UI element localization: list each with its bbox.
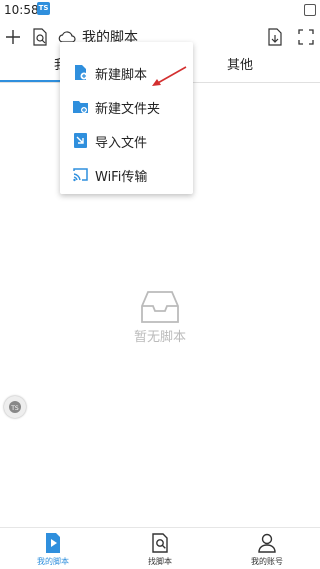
nav-find-scripts[interactable]: 找脚本	[107, 528, 213, 569]
fullscreen-icon[interactable]	[295, 26, 317, 48]
user-icon	[258, 533, 276, 553]
menu-label: 导入文件	[95, 136, 148, 151]
search-file-icon	[152, 533, 168, 553]
cast-icon	[73, 168, 88, 182]
plus-icon[interactable]	[2, 26, 24, 48]
menu-label: 新建脚本	[95, 68, 148, 83]
menu-item-new-folder[interactable]: 新建文件夹	[60, 90, 193, 124]
menu-label: WiFi传输	[95, 170, 148, 185]
empty-label: 暂无脚本	[133, 330, 186, 345]
import-file-icon[interactable]	[264, 26, 286, 48]
nav-my-scripts[interactable]: 我的脚本	[0, 528, 106, 569]
new-script-icon	[75, 65, 88, 80]
menu-item-import-file[interactable]: 导入文件	[60, 124, 193, 158]
empty-state: 暂无脚本	[100, 290, 220, 350]
nav-label: 我的脚本	[37, 557, 69, 566]
nav-my-account[interactable]: 我的账号	[214, 528, 320, 569]
new-folder-icon	[73, 101, 88, 113]
status-bar: 10:58 TS	[0, 0, 320, 20]
inbox-icon	[141, 291, 179, 323]
scan-file-icon[interactable]	[29, 26, 51, 48]
play-file-icon	[46, 533, 60, 553]
status-time: 10:58	[4, 3, 39, 17]
annotation-arrow	[152, 66, 187, 86]
nav-label: 找脚本	[148, 557, 172, 566]
nav-label: 我的账号	[251, 557, 283, 566]
import-icon	[74, 133, 87, 148]
app-badge-icon: TS	[37, 2, 50, 15]
battery-icon	[304, 4, 316, 16]
svg-text:TS: TS	[10, 405, 19, 412]
bottom-nav: 我的脚本 找脚本 我的账号	[0, 527, 320, 569]
menu-label: 新建文件夹	[95, 102, 161, 117]
floating-ball-icon[interactable]: TS	[4, 396, 26, 418]
menu-item-wifi-transfer[interactable]: WiFi传输	[60, 158, 193, 192]
